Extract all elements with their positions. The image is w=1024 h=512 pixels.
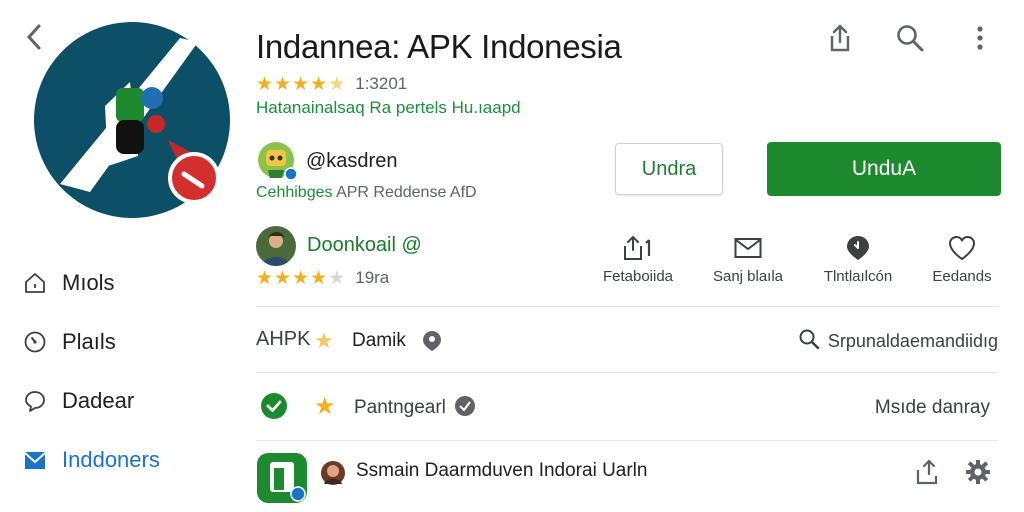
location-pin-icon: [845, 234, 871, 262]
app-rating: ★ ★ ★ ★ ★ 1:3201: [256, 74, 407, 94]
chat-bubble-icon: [22, 388, 48, 414]
sidebar-item-mıols[interactable]: Mıols: [22, 270, 115, 296]
action-mail[interactable]: Sanj blaıla: [696, 234, 800, 285]
shield-icon: [454, 395, 476, 422]
action-label: Eedands: [932, 268, 992, 285]
info-row: AHPK ★ Damik Srpunaldaemandiidıg: [256, 326, 998, 356]
action-location[interactable]: Tlntlaılcón: [806, 234, 910, 285]
section-rating: ★ ★ ★ ★ ★ 19ra: [256, 268, 389, 288]
mail-icon: [734, 234, 762, 262]
search-link[interactable]: Srpunaldaemandiidıg: [798, 328, 998, 355]
action-share[interactable]: Fetaboiida: [586, 234, 690, 285]
heart-icon: [948, 234, 976, 262]
rating-count: 19ra: [355, 268, 390, 287]
sidebar-item-label: Dadear: [62, 388, 135, 413]
developer-link[interactable]: Hatanainalsaq Ra pertels Hu.ıaapd: [256, 98, 521, 118]
search-link-label: Srpunaldaemandiidıg: [827, 331, 998, 351]
rating-stars: ★ ★ ★ ★ ★: [256, 269, 345, 288]
developer-subtitle-green: Cehhibges: [256, 184, 333, 201]
share-icon[interactable]: [914, 458, 940, 491]
developer-handle[interactable]: @kasdren: [306, 150, 397, 173]
search-icon: [798, 328, 820, 355]
sidebar-item-dadear[interactable]: Dadear: [22, 388, 134, 414]
search-icon[interactable]: [894, 22, 926, 54]
action-wishlist[interactable]: Eedands: [910, 234, 1014, 285]
sidebar-item-label: Inddoners: [62, 447, 160, 472]
action-label: Fetaboiida: [602, 268, 674, 285]
developer-subtitle: Cehhibges APR Reddense AfD: [256, 184, 477, 202]
inbox-icon: [22, 447, 48, 473]
divider: [256, 372, 998, 373]
divider: [256, 306, 998, 307]
empty-star-icon: ★: [328, 267, 346, 289]
sidebar-item-label: Plaıls: [62, 329, 116, 354]
developer-name[interactable]: Damik: [352, 330, 406, 352]
clock-icon: [22, 329, 48, 355]
star-icon: ★: [292, 267, 310, 289]
toolbar: [824, 22, 996, 54]
divider: [256, 440, 998, 441]
star-icon: ★: [310, 73, 328, 95]
rating-count: 1:3201: [355, 74, 408, 93]
star-icon: ★: [292, 73, 310, 95]
sidebar-item-label: Mıols: [62, 270, 115, 295]
developer-avatar[interactable]: [256, 140, 298, 182]
rating-stars: ★ ★ ★ ★ ★: [256, 75, 345, 94]
secondary-button[interactable]: Undra: [615, 143, 723, 195]
install-button[interactable]: UnduA: [767, 142, 1001, 196]
row-label: Pantngearl: [354, 397, 446, 418]
sidebar-item-plaıls[interactable]: Plaıls: [22, 329, 116, 355]
sidebar-item-inddoners[interactable]: Inddoners: [22, 447, 160, 473]
user-avatar: [320, 460, 346, 486]
list-item-label: Ssmain Daarmduven Indorai Uarln: [356, 460, 648, 481]
star-icon: ★: [256, 267, 274, 289]
app-icon: [30, 16, 234, 226]
location-pin-icon: [421, 329, 443, 358]
apk-label: AHPK: [256, 328, 311, 350]
star-icon: ★: [256, 73, 274, 95]
developer-subtitle-rest: APR Reddense AfD: [332, 184, 477, 201]
star-icon: ★: [314, 393, 336, 420]
share-icon[interactable]: [824, 22, 856, 54]
app-thumbnail: [256, 452, 308, 504]
action-label: Sanj blaıla: [712, 268, 784, 285]
info-row: ★ Pantngearl Msıde danray: [256, 392, 998, 422]
row-right-text[interactable]: Msıde danray: [875, 397, 990, 419]
page-title: Indannea: APK Indonesia: [256, 28, 622, 65]
half-star-icon: ★: [328, 73, 346, 95]
star-icon: ★: [310, 267, 328, 289]
star-icon: ★: [274, 73, 292, 95]
star-icon: ★: [314, 328, 334, 353]
more-vert-icon[interactable]: [964, 22, 996, 54]
section-title[interactable]: Doonkoail @: [307, 234, 422, 257]
action-label: Tlntlaılcón: [823, 268, 893, 285]
star-icon: ★: [274, 267, 292, 289]
share-icon: [621, 234, 655, 262]
list-item[interactable]: Ssmain Daarmduven Indorai Uarln: [256, 452, 998, 504]
check-circle-icon: [260, 392, 288, 425]
home-icon: [22, 270, 48, 296]
user-avatar[interactable]: [256, 226, 296, 266]
gear-icon[interactable]: [964, 458, 992, 491]
